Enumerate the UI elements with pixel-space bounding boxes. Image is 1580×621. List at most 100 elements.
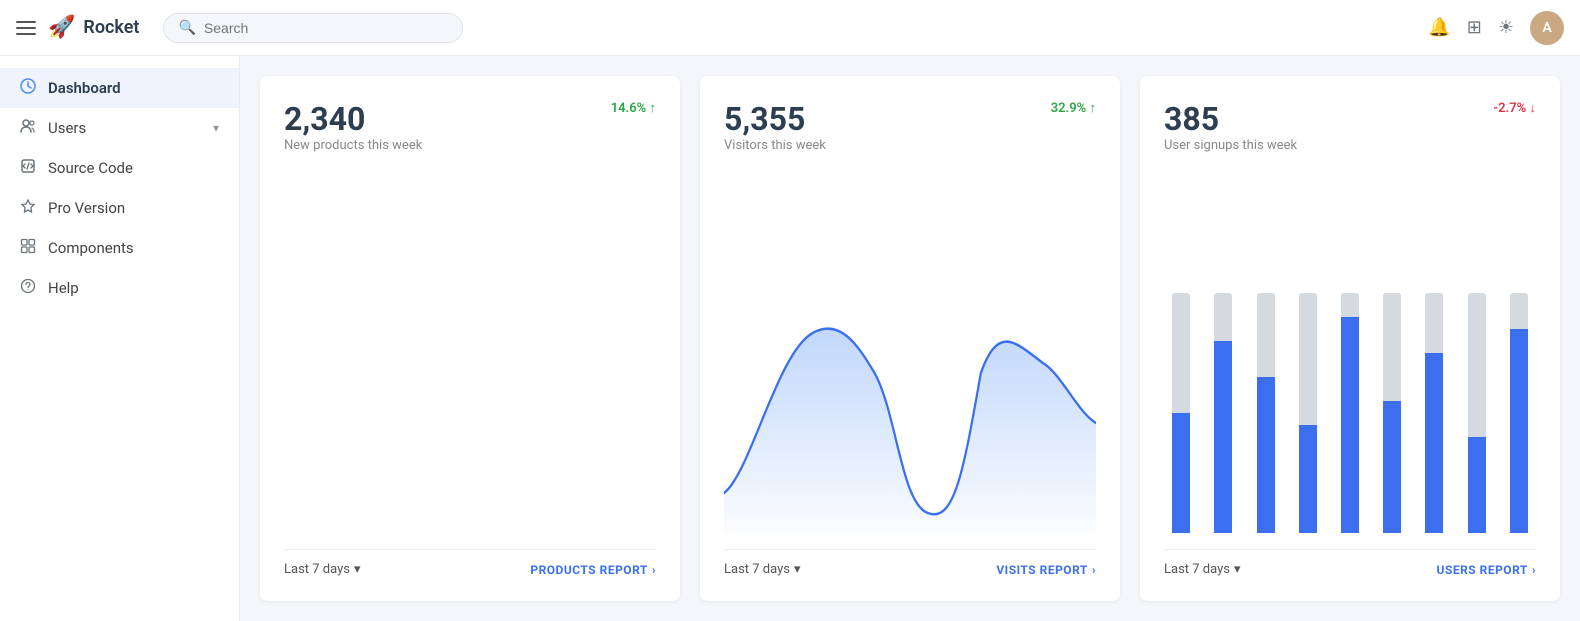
visits-report-label: VISITS REPORT [996, 563, 1088, 577]
stacked-group-4 [1291, 273, 1325, 533]
stacked-bar [1299, 293, 1317, 533]
stacked-bottom [1468, 437, 1486, 533]
stacked-group-7 [1417, 273, 1451, 533]
products-period-selector[interactable]: Last 7 days ▾ [284, 562, 361, 577]
signups-number: 385 [1164, 100, 1297, 138]
signups-card-footer: Last 7 days ▾ USERS REPORT › [1164, 549, 1536, 577]
signups-subtitle: User signups this week [1164, 138, 1297, 153]
dashboard-icon [20, 78, 36, 98]
sidebar-item-source-code[interactable]: Source Code [0, 148, 239, 188]
sidebar-item-users[interactable]: Users ▾ [0, 108, 239, 148]
visitors-chart [724, 173, 1096, 533]
stacked-bottom [1510, 329, 1528, 533]
grid-icon[interactable]: ⊞ [1467, 17, 1482, 38]
chevron-right-icon: › [1092, 563, 1096, 577]
chevron-down-icon: ▾ [354, 562, 361, 577]
help-label: Help [48, 279, 79, 297]
search-icon: 🔍 [178, 20, 195, 36]
logo[interactable]: 🚀 Rocket [48, 15, 139, 40]
stacked-bottom [1425, 353, 1443, 533]
stacked-group-8 [1460, 273, 1494, 533]
visitors-period-selector[interactable]: Last 7 days ▾ [724, 562, 801, 577]
pro-version-label: Pro Version [48, 199, 125, 217]
stacked-top [1257, 293, 1275, 377]
visitors-card-footer: Last 7 days ▾ VISITS REPORT › [724, 549, 1096, 577]
stacked-top [1468, 293, 1486, 437]
products-card-footer: Last 7 days ▾ PRODUCTS REPORT › [284, 549, 656, 577]
stacked-top [1214, 293, 1232, 341]
pro-version-icon [20, 198, 36, 218]
components-label: Components [48, 239, 134, 257]
stacked-bar [1383, 293, 1401, 533]
stacked-bar [1257, 293, 1275, 533]
notification-bell-icon[interactable]: 🔔 [1428, 17, 1450, 38]
header-actions: 🔔 ⊞ ☀ A [1428, 11, 1564, 45]
components-icon [20, 238, 36, 258]
users-report-link[interactable]: USERS REPORT › [1437, 563, 1536, 577]
products-subtitle: New products this week [284, 138, 422, 153]
main-content: 2,340 New products this week 14.6% ↑ [240, 56, 1580, 621]
signups-badge: -2.7% ↓ [1493, 100, 1536, 116]
products-badge: 14.6% ↑ [611, 100, 656, 116]
main-layout: Dashboard Users ▾ Source Code [0, 56, 1580, 621]
rocket-icon: 🚀 [48, 15, 75, 40]
visitors-subtitle: Visitors this week [724, 138, 826, 153]
stacked-group-6 [1375, 273, 1409, 533]
products-report-link[interactable]: PRODUCTS REPORT › [530, 563, 656, 577]
stacked-top [1299, 293, 1317, 425]
chevron-down-icon: ▾ [1234, 562, 1241, 577]
stacked-top [1383, 293, 1401, 401]
visitors-period-label: Last 7 days [724, 562, 790, 577]
stacked-top [1425, 293, 1443, 353]
chevron-down-icon: ▾ [213, 121, 219, 135]
sidebar-item-help[interactable]: Help [0, 268, 239, 308]
users-report-label: USERS REPORT [1437, 563, 1528, 577]
signups-period-label: Last 7 days [1164, 562, 1230, 577]
dashboard-label: Dashboard [48, 79, 121, 97]
hamburger-menu[interactable] [16, 21, 36, 35]
stacked-group-9 [1502, 273, 1536, 533]
products-number: 2,340 [284, 100, 422, 138]
search-bar[interactable]: 🔍 [163, 13, 463, 43]
theme-toggle-icon[interactable]: ☀ [1498, 17, 1514, 38]
stacked-bar [1510, 293, 1528, 533]
chevron-right-icon: › [652, 563, 656, 577]
stacked-bottom [1257, 377, 1275, 533]
signups-card: 385 User signups this week -2.7% ↓ [1140, 76, 1560, 601]
visitors-card-header: 5,355 Visitors this week 32.9% ↑ [724, 100, 1096, 169]
stacked-bottom [1172, 413, 1190, 533]
visitors-card: 5,355 Visitors this week 32.9% ↑ [700, 76, 1120, 601]
products-period-label: Last 7 days [284, 562, 350, 577]
search-input[interactable] [204, 20, 449, 36]
signups-period-selector[interactable]: Last 7 days ▾ [1164, 562, 1241, 577]
help-icon [20, 278, 36, 298]
users-label: Users [48, 119, 86, 137]
products-bar-chart [284, 273, 656, 533]
stacked-bar [1425, 293, 1443, 533]
visitors-line-chart [724, 273, 1096, 533]
sidebar-item-components[interactable]: Components [0, 228, 239, 268]
products-card-header: 2,340 New products this week 14.6% ↑ [284, 100, 656, 169]
sidebar-item-pro-version[interactable]: Pro Version [0, 188, 239, 228]
sidebar-item-dashboard[interactable]: Dashboard [0, 68, 239, 108]
products-chart [284, 173, 656, 533]
users-icon [20, 118, 36, 138]
stacked-bar [1468, 293, 1486, 533]
stacked-bottom [1341, 317, 1359, 533]
stacked-bar [1214, 293, 1232, 533]
user-avatar[interactable]: A [1530, 11, 1564, 45]
stacked-top [1510, 293, 1528, 329]
logo-text: Rocket [83, 17, 139, 38]
source-code-label: Source Code [48, 159, 133, 177]
source-code-icon [20, 158, 36, 178]
stacked-bar [1341, 293, 1359, 533]
stacked-bottom [1299, 425, 1317, 533]
sidebar: Dashboard Users ▾ Source Code [0, 56, 240, 621]
chevron-right-icon: › [1532, 563, 1536, 577]
visits-report-link[interactable]: VISITS REPORT › [996, 563, 1096, 577]
stacked-top [1341, 293, 1359, 317]
stacked-top [1172, 293, 1190, 413]
stacked-group-5 [1333, 273, 1367, 533]
stacked-bottom [1383, 401, 1401, 533]
stacked-bar [1172, 293, 1190, 533]
